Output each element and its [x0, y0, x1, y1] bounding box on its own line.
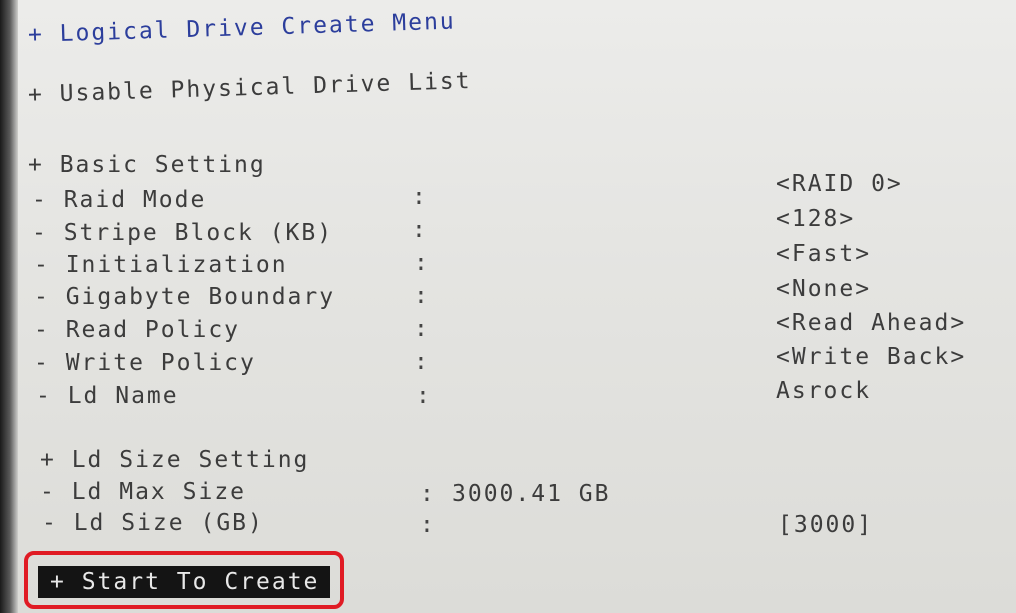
gigabyte-boundary-label: - Gigabyte Boundary [34, 284, 336, 310]
ld-max-size-label: - Ld Max Size [40, 479, 247, 505]
raid-mode-label: - Raid Mode [32, 187, 207, 213]
ld-name-value[interactable]: Asrock [776, 378, 871, 404]
logical-drive-create-menu-title: + Logical Drive Create Menu [27, 8, 457, 48]
read-policy-label: - Read Policy [34, 317, 241, 343]
stripe-block-label: - Stripe Block (KB) [32, 220, 334, 246]
write-policy-label: - Write Policy [34, 350, 256, 376]
ld-max-size-value: 3000.41 GB [452, 481, 611, 507]
gigabyte-boundary-value[interactable]: <None> [776, 276, 871, 302]
monitor-bezel-edge [0, 0, 18, 613]
basic-setting-section: + Basic Setting [28, 152, 266, 178]
bios-raid-screen: + Logical Drive Create Menu + Usable Phy… [0, 0, 1016, 613]
ld-size-label: - Ld Size (GB) [42, 510, 264, 536]
read-policy-colon: : [414, 316, 428, 342]
red-highlight-box [24, 551, 344, 609]
ld-size-colon: : [420, 512, 434, 538]
initialization-colon: : [414, 250, 428, 276]
write-policy-colon: : [414, 349, 428, 375]
ld-max-size-colon: : [420, 481, 434, 507]
write-policy-value[interactable]: <Write Back> [776, 344, 966, 370]
read-policy-value[interactable]: <Read Ahead> [776, 310, 966, 336]
initialization-value[interactable]: <Fast> [776, 241, 871, 267]
raid-mode-colon: : [412, 184, 426, 210]
ld-size-setting-section: + Ld Size Setting [40, 447, 310, 473]
stripe-block-value[interactable]: <128> [776, 206, 855, 232]
initialization-label: - Initialization [34, 252, 288, 278]
ld-size-input[interactable]: [3000] [778, 512, 873, 538]
stripe-block-colon: : [412, 217, 426, 243]
raid-mode-value[interactable]: <RAID 0> [776, 171, 903, 197]
usable-physical-drive-list-item[interactable]: + Usable Physical Drive List [28, 68, 472, 108]
ld-name-label: - Ld Name [36, 383, 179, 409]
ld-name-colon: : [416, 383, 430, 409]
gigabyte-boundary-colon: : [414, 283, 428, 309]
